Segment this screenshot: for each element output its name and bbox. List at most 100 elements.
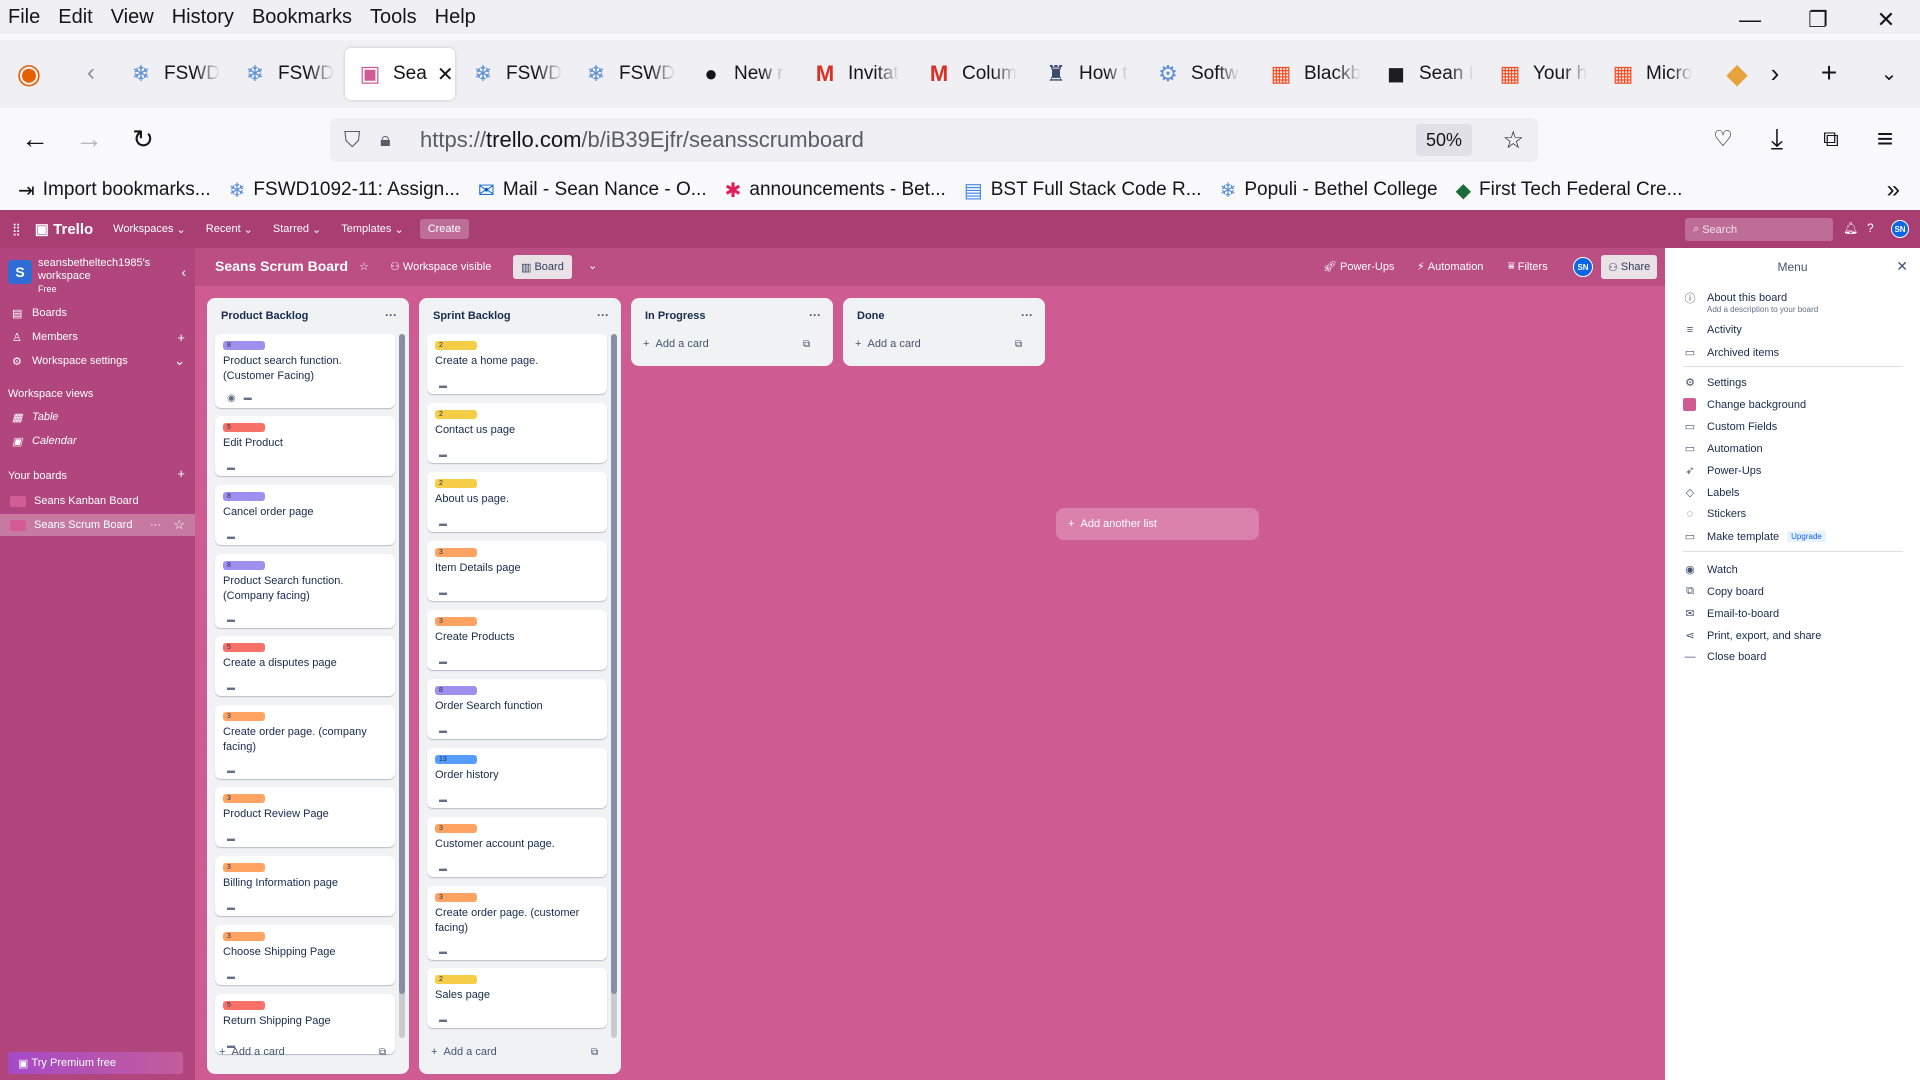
bookmark-item[interactable]: ❄ FSWD1092-11: Assign...: [229, 178, 460, 203]
menu-about-board[interactable]: ⓘ About this board: [1683, 290, 1903, 306]
list-title[interactable]: In Progress: [645, 310, 706, 322]
minimize-icon[interactable]: —: [1716, 0, 1784, 40]
add-card-button[interactable]: + Add a card ⧉: [855, 334, 1022, 354]
bookmark-item[interactable]: ✉ Mail - Sean Nance - O...: [478, 178, 707, 203]
menu-custom-fields[interactable]: ▭ Custom Fields: [1683, 420, 1903, 434]
card-label[interactable]: 5: [223, 643, 265, 652]
menu-bookmarks[interactable]: Bookmarks: [244, 6, 362, 29]
browser-tab[interactable]: M Colum: [926, 48, 1020, 100]
card[interactable]: 3 Create order page. (customer facing) ▬: [427, 886, 607, 960]
menu-powerups[interactable]: ➶ Power-Ups: [1683, 464, 1903, 478]
menu-automation[interactable]: ▭ Automation: [1683, 442, 1903, 456]
menu-settings[interactable]: ⚙ Settings: [1683, 376, 1903, 390]
card-label[interactable]: 2: [435, 479, 477, 488]
card[interactable]: 3 Create order page. (company facing) ▬: [215, 705, 395, 779]
sidebar-board-scrum[interactable]: Seans Scrum Board ··· ☆: [0, 514, 195, 536]
card-label[interactable]: 2: [435, 341, 477, 350]
card[interactable]: 3 Create Products ▬: [427, 610, 607, 670]
visibility-button[interactable]: ⚇ Workspace visible: [390, 260, 491, 274]
add-card-button[interactable]: + Add a card ⧉: [643, 334, 810, 354]
search-input[interactable]: ⌕ Search: [1685, 218, 1833, 241]
menu-close-board[interactable]: — Close board: [1683, 651, 1903, 663]
workspace-header[interactable]: S seansbetheltech1985's workspace Free ‹: [8, 254, 188, 294]
card-template-icon[interactable]: ⧉: [803, 339, 810, 350]
add-board-icon[interactable]: +: [177, 466, 185, 481]
help-icon[interactable]: ?: [1867, 221, 1874, 235]
more-icon[interactable]: ···: [150, 519, 161, 531]
menu-help[interactable]: Help: [427, 6, 486, 29]
browser-tab[interactable]: ❄ FSWD: [470, 48, 566, 100]
browser-tab[interactable]: ▣ Sea ✕: [345, 48, 455, 100]
menu-stickers[interactable]: ◌ Stickers: [1683, 508, 1903, 520]
app-menu-icon[interactable]: ≡: [1868, 122, 1902, 156]
card-label[interactable]: 13: [435, 755, 477, 764]
collapse-sidebar-icon[interactable]: ‹: [181, 264, 186, 280]
card[interactable]: 2 Sales page ▬: [427, 968, 607, 1028]
add-card-button[interactable]: + Add a card ⧉: [219, 1042, 386, 1062]
notifications-icon[interactable]: 🔔︎: [1843, 221, 1858, 235]
card-label[interactable]: 3: [435, 617, 477, 626]
tab-scroll-left-icon[interactable]: ‹: [74, 56, 108, 90]
bookmark-item[interactable]: ❄ Populi - Bethel College: [1220, 178, 1438, 203]
browser-tab[interactable]: ❄ FSWD: [128, 48, 224, 100]
powerups-button[interactable]: 🚀︎ Power-Ups: [1323, 260, 1394, 274]
shield-icon[interactable]: ⛉: [344, 127, 361, 153]
list-menu-icon[interactable]: ···: [385, 308, 397, 322]
card-label[interactable]: 8: [435, 686, 477, 695]
upgrade-badge[interactable]: Upgrade: [1787, 531, 1826, 542]
card-label[interactable]: 8: [223, 341, 265, 350]
close-icon[interactable]: ✕: [1896, 258, 1908, 275]
menu-view[interactable]: View: [103, 6, 164, 29]
firefox-view-icon[interactable]: ◉: [12, 56, 46, 90]
menu-tools[interactable]: Tools: [362, 6, 427, 29]
browser-tab[interactable]: ❄ FSWD: [242, 48, 338, 100]
bookmark-item[interactable]: ⇥ Import bookmarks...: [18, 178, 211, 203]
add-member-icon[interactable]: +: [177, 330, 185, 345]
list-header[interactable]: In Progress ···: [631, 298, 833, 334]
url-bar[interactable]: ⛉ 🔒︎ https://trello.com/b/iB39Ejfr/seans…: [330, 118, 1538, 162]
list-scrollbar-thumb[interactable]: [611, 334, 617, 994]
templates-dropdown[interactable]: Templates ⌄: [341, 223, 403, 236]
list-menu-icon[interactable]: ···: [1021, 308, 1033, 322]
sidebar-item-calendar[interactable]: ▣ Calendar: [0, 430, 195, 452]
card-label[interactable]: 3: [223, 794, 265, 803]
try-premium-button[interactable]: ▣ Try Premium free: [8, 1052, 183, 1074]
menu-copy-board[interactable]: ⧉ Copy board: [1683, 585, 1903, 598]
tab-scroll-right-icon[interactable]: ›: [1758, 56, 1792, 90]
forward-icon[interactable]: →: [72, 122, 106, 156]
bookmark-item[interactable]: ✱ announcements - Bet...: [725, 178, 946, 203]
url-text[interactable]: https://trello.com/b/iB39Ejfr/seansscrum…: [420, 127, 864, 153]
share-button[interactable]: ⚇ Share: [1601, 255, 1658, 279]
menu-email-to-board[interactable]: ✉ Email-to-board: [1683, 607, 1903, 621]
card-label[interactable]: 5: [223, 423, 265, 432]
lock-icon[interactable]: 🔒︎: [380, 129, 391, 152]
card[interactable]: 3 Product Review Page ▬: [215, 787, 395, 847]
card-label[interactable]: 3: [435, 548, 477, 557]
bookmark-star-icon[interactable]: ☆: [1502, 126, 1524, 155]
card-label[interactable]: 3: [223, 712, 265, 721]
browser-tab[interactable]: ● New r: [698, 48, 792, 100]
card[interactable]: 2 Create a home page. ▬: [427, 334, 607, 394]
card[interactable]: 2 About us page. ▬: [427, 472, 607, 532]
sidebar-item-table[interactable]: ▦ Table: [0, 406, 195, 428]
menu-make-template[interactable]: ▭ Make template Upgrade: [1683, 530, 1903, 543]
workspaces-dropdown[interactable]: Workspaces ⌄: [113, 223, 186, 236]
list-title[interactable]: Sprint Backlog: [433, 310, 511, 322]
list-title[interactable]: Product Backlog: [221, 310, 308, 322]
card-label[interactable]: 2: [435, 410, 477, 419]
card[interactable]: 8 Product search function. (Customer Faci…: [215, 334, 395, 408]
starred-dropdown[interactable]: Starred ⌄: [273, 223, 321, 236]
list-menu-icon[interactable]: ···: [809, 308, 821, 322]
card-label[interactable]: 3: [223, 932, 265, 941]
automation-button[interactable]: ⚡︎ Automation: [1417, 260, 1483, 274]
card[interactable]: 8 Product Search function. (Company facin…: [215, 554, 395, 628]
filters-button[interactable]: ⩸ Filters: [1508, 260, 1548, 273]
menu-history[interactable]: History: [164, 6, 244, 29]
menu-file[interactable]: File: [0, 6, 50, 29]
star-icon[interactable]: ☆: [173, 517, 185, 533]
pocket-icon[interactable]: ♡: [1706, 122, 1740, 156]
card[interactable]: 5 Create a disputes page ▬: [215, 636, 395, 696]
list-menu-icon[interactable]: ···: [597, 308, 609, 322]
card-label[interactable]: 3: [435, 824, 477, 833]
board-title[interactable]: Seans Scrum Board: [215, 258, 348, 274]
